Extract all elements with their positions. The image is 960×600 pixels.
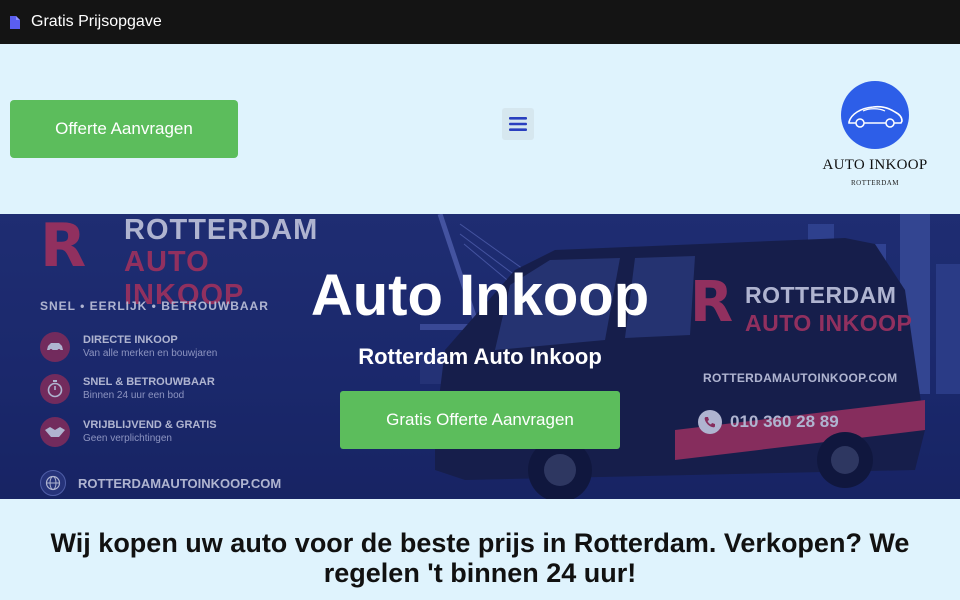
hero-title: Auto Inkoop: [310, 263, 650, 328]
free-quote-button[interactable]: Gratis Offerte Aanvragen: [340, 391, 620, 449]
intro-heading: Wij kopen uw auto voor de beste prijs in…: [50, 528, 910, 588]
site-header: Offerte Aanvragen AUTO INKOOP ROTTERDAM: [0, 44, 960, 214]
intro-section: Wij kopen uw auto voor de beste prijs in…: [0, 499, 960, 600]
hero-banner: R ROTTERDAM AUTO INKOOP SNEL • EERLIJK •…: [0, 214, 960, 499]
hamburger-menu-icon: [509, 117, 527, 131]
top-bar: Gratis Prijsopgave: [0, 0, 960, 44]
site-logo[interactable]: AUTO INKOOP ROTTERDAM: [815, 78, 935, 198]
logo-subtitle: ROTTERDAM: [850, 179, 900, 187]
car-logo-icon: [841, 81, 909, 149]
free-quote-link[interactable]: Gratis Prijsopgave: [31, 13, 162, 31]
hero-subtitle: Rotterdam Auto Inkoop: [358, 344, 602, 369]
document-icon: [10, 15, 20, 29]
request-quote-button[interactable]: Offerte Aanvragen: [10, 100, 238, 158]
menu-toggle-button[interactable]: [502, 108, 534, 140]
logo-title: AUTO INKOOP: [822, 157, 928, 173]
